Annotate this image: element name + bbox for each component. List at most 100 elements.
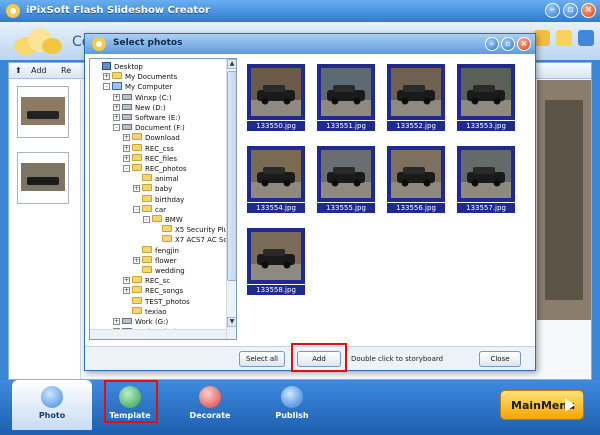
app-logo-icon [6,4,20,18]
dialog-titlebar: Select photos – ▫ × [85,34,535,54]
nav-publish[interactable]: Publish [252,380,332,430]
photo-thumbnail[interactable]: 133555.jpg [317,146,375,214]
photo-thumbnail[interactable]: 133552.jpg [387,64,445,132]
tree-item[interactable]: fengjin [133,245,179,256]
tree-item[interactable]: + REC_files [123,153,177,164]
photo-thumbnail[interactable]: 133556.jpg [387,146,445,214]
tree-item[interactable]: - car [133,204,166,215]
expand-icon[interactable]: + [123,154,130,162]
collapse-icon[interactable]: - [143,216,150,223]
tree-item[interactable]: - My Computer [103,82,172,92]
tree-horizontal-scrollbar[interactable] [90,329,226,339]
thumbnail-filename: 133558.jpg [247,285,305,295]
tree-item-label: Winxp (C:) [135,93,172,102]
expand-icon[interactable]: + [123,277,130,285]
dialog-minimize-button[interactable]: – [485,37,499,51]
add-photo-button[interactable]: Add [31,66,47,75]
folder-icon [142,174,152,182]
tree-item[interactable]: - REC_photos [123,164,187,174]
expand-icon[interactable]: + [113,318,120,325]
car-photo [251,68,301,116]
collapse-icon[interactable]: - [123,165,130,172]
close-button[interactable]: × [581,3,596,18]
expand-icon[interactable]: + [123,134,130,142]
tree-item[interactable]: texiao [123,306,167,317]
tree-item[interactable]: + My Documents [103,72,177,82]
tree-item[interactable]: X5 Security Plus [153,225,226,235]
tree-item-label: REC_sc [145,277,171,286]
car-photo [21,163,65,191]
folder-icon [132,133,142,141]
tree-item[interactable]: X7 ACS7 AC Sc [153,235,226,245]
tree-item[interactable]: + REC_sc [123,276,170,286]
thumbnail-frame [317,146,375,202]
photo-thumbnail[interactable]: 133551.jpg [317,64,375,132]
folder-icon [162,225,172,233]
tree-item-label: birthday [155,195,185,204]
tree-item[interactable]: + Software (E:) [113,113,180,123]
storyboard-item[interactable] [17,152,69,204]
storyboard-list [9,80,81,379]
nav-photo[interactable]: Photo [12,380,92,430]
close-dialog-button[interactable]: Close [479,351,521,367]
tree-item[interactable]: + Download [123,133,180,143]
tree-item[interactable]: animal [133,174,179,184]
photo-thumbnail[interactable]: 133558.jpg [247,228,305,296]
tree-item[interactable]: wedding [133,266,185,276]
maximize-button[interactable]: ▫ [563,3,578,18]
tree-item[interactable]: birthday [133,194,185,205]
tree-item[interactable]: Desktop [93,62,143,72]
storyboard-item[interactable] [17,86,69,138]
nav-decorate[interactable]: Decorate [170,380,250,430]
add-photo-icon[interactable]: ⬆ [15,66,22,75]
settings-icon[interactable] [534,30,550,46]
expand-icon[interactable]: + [113,103,120,111]
dialog-close-button[interactable]: × [517,37,531,51]
tree-item[interactable]: + REC_css [123,143,174,154]
photo-thumbnail[interactable]: 133550.jpg [247,64,305,132]
tree-item-label: Download [145,134,180,143]
photo-thumbnail[interactable]: 133553.jpg [457,64,515,132]
dialog-maximize-button[interactable]: ▫ [501,37,515,51]
drive-icon [122,114,132,120]
expand-icon[interactable]: + [123,287,130,295]
tree-item-label: TEST_photos [145,297,190,306]
help-icon[interactable] [578,30,594,46]
tree-item[interactable]: TEST_photos [123,296,190,307]
thumbnail-frame [457,64,515,120]
photo-thumbnail[interactable]: 133557.jpg [457,146,515,214]
expand-icon[interactable]: + [113,93,120,101]
collapse-icon[interactable]: - [133,205,140,213]
tree-item[interactable]: + REC_songs [123,286,183,296]
collapse-icon[interactable]: - [103,83,110,91]
main-menu-button[interactable]: MainMenu [500,390,584,420]
scroll-down-icon[interactable]: ▼ [227,317,236,327]
scroll-thumb[interactable] [227,71,236,281]
select-all-button[interactable]: Select all [239,351,285,367]
tree-item-label: My Documents [125,73,178,82]
tree-item[interactable]: + baby [133,184,172,194]
tree-item[interactable]: - BMW [143,215,183,225]
tree-vertical-scrollbar[interactable]: ▲ ▼ [226,59,236,339]
expand-icon[interactable]: + [103,73,110,81]
photo-icon [41,386,63,408]
car-photo [391,150,441,198]
expand-icon[interactable]: + [133,185,140,193]
remove-photo-button[interactable]: Re [61,66,71,75]
scroll-up-icon[interactable]: ▲ [227,59,236,69]
expand-icon[interactable]: + [133,256,140,264]
tree-item[interactable]: + Work (G:) [113,317,168,327]
collapse-icon[interactable]: - [113,124,120,132]
tree-item[interactable]: + flower [133,255,177,266]
tree-item-label: REC_songs [145,287,184,296]
tree-item[interactable]: + Winxp (C:) [113,93,172,103]
expand-icon[interactable]: + [123,144,130,152]
lightbulb-icon[interactable] [556,30,572,46]
photo-thumbnail[interactable]: 133554.jpg [247,146,305,214]
expand-icon[interactable]: + [113,114,120,121]
folder-icon [162,235,172,243]
minimize-button[interactable]: – [545,3,560,18]
folder-icon [112,72,122,80]
tree-item[interactable]: - Document (F:) [113,123,185,133]
tree-item[interactable]: + New (D:) [113,103,166,113]
